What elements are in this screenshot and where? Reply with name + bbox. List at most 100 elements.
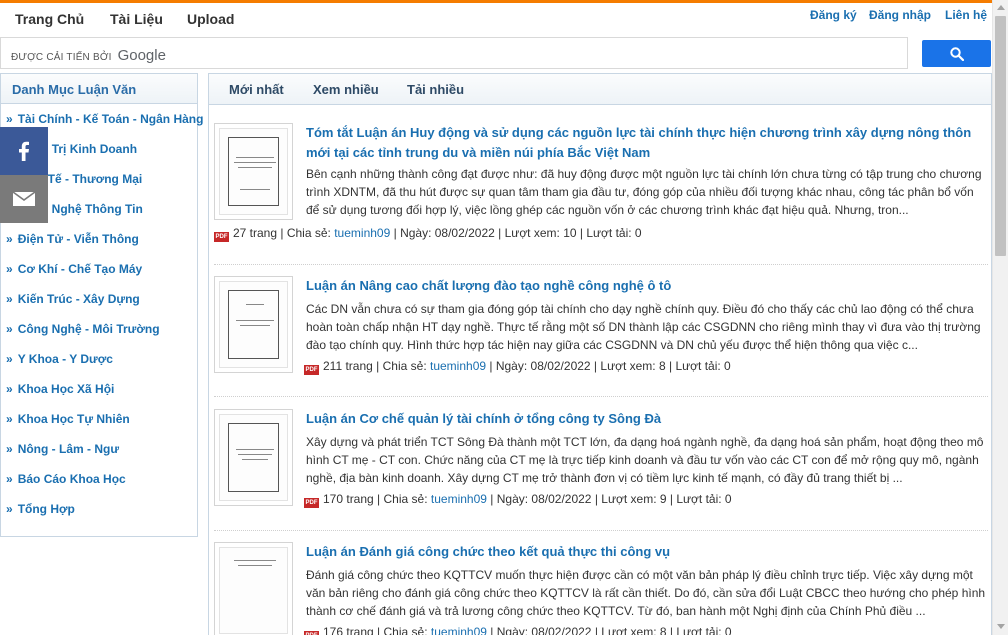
- document-thumbnail[interactable]: [214, 276, 293, 373]
- uploader-link[interactable]: tueminh09: [334, 226, 390, 240]
- upload-date: Ngày: 08/02/2022: [400, 226, 495, 240]
- register-link[interactable]: Đăng ký: [810, 8, 857, 22]
- sidebar-item[interactable]: » Tổng Hợp: [6, 502, 75, 516]
- sidebar-item[interactable]: » Cơ Khí - Chế Tạo Máy: [6, 262, 142, 276]
- sidebar-item[interactable]: » Điện Tử - Viễn Thông: [6, 232, 139, 246]
- thumbnail-page: [219, 128, 288, 215]
- scroll-down-arrow-icon[interactable]: [997, 624, 1005, 629]
- sidebar-item[interactable]: » Y Khoa - Y Dược: [6, 352, 113, 366]
- double-chevron-right-icon: »: [6, 412, 13, 426]
- double-chevron-right-icon: »: [6, 232, 13, 246]
- thumbnail-line: [242, 459, 268, 460]
- sidebar-item[interactable]: » Nông - Lâm - Ngư: [6, 442, 119, 456]
- download-count: Lượt tải: 0: [675, 359, 731, 373]
- sidebar-item-label: Điện Tử - Viễn Thông: [17, 232, 139, 246]
- pdf-icon: PDF: [214, 232, 229, 242]
- nav-upload-link[interactable]: Upload: [187, 11, 234, 27]
- view-count: Lượt xem: 8: [601, 625, 667, 635]
- double-chevron-right-icon: »: [6, 292, 13, 306]
- sidebar-item[interactable]: » Khoa Học Tự Nhiên: [6, 412, 130, 426]
- document-thumbnail[interactable]: [214, 542, 293, 635]
- document-title-link[interactable]: Tóm tắt Luận án Huy động và sử dụng các …: [306, 123, 990, 163]
- sidebar-item[interactable]: » Tài Chính - Kế Toán - Ngân Hàng: [6, 112, 203, 126]
- page-scrollbar[interactable]: [992, 0, 1008, 635]
- page-count: 170 trang: [323, 492, 374, 506]
- google-brand: Google: [117, 47, 166, 64]
- double-chevron-right-icon: »: [6, 322, 13, 336]
- thumbnail-frame: [228, 137, 279, 206]
- document-description: Xây dựng và phát triển TCT Sông Đà thành…: [306, 435, 984, 485]
- document-description: Đánh giá công chức theo KQTTCV muốn thực…: [306, 568, 986, 618]
- uploader-link[interactable]: tueminh09: [431, 625, 487, 635]
- email-share-button[interactable]: [0, 175, 48, 223]
- nav-docs-link[interactable]: Tài Liệu: [110, 11, 163, 27]
- item-divider: [214, 396, 988, 397]
- facebook-icon: [19, 141, 29, 161]
- thumbnail-line: [234, 560, 276, 561]
- sidebar-item-label: Tổng Hợp: [17, 502, 75, 516]
- search-button[interactable]: [922, 40, 991, 67]
- document-title-link[interactable]: Luận án Nâng cao chất lượng đào tạo nghề…: [306, 276, 990, 296]
- item-divider: [214, 530, 988, 531]
- double-chevron-right-icon: »: [6, 442, 13, 456]
- uploader-link[interactable]: tueminh09: [431, 492, 487, 506]
- document-thumbnail[interactable]: [214, 409, 293, 506]
- thumbnail-frame: [228, 423, 279, 492]
- sidebar-item-label: Tài Chính - Kế Toán - Ngân Hàng: [17, 112, 204, 126]
- thumbnail-line: [236, 157, 274, 158]
- document-thumbnail[interactable]: [214, 123, 293, 220]
- facebook-share-button[interactable]: [0, 127, 48, 175]
- thumbnail-page: [219, 547, 288, 634]
- sidebar-item[interactable]: » Công Nghệ - Môi Trường: [6, 322, 160, 336]
- document-list-panel: Mới nhất Xem nhiều Tải nhiều Tóm tắt Luậ…: [208, 73, 992, 635]
- download-count: Lượt tải: 0: [676, 625, 732, 635]
- search-input[interactable]: ĐƯỢC CẢI TIẾN BỞI Google: [0, 37, 908, 69]
- envelope-icon: [12, 191, 36, 206]
- thumbnail-line: [236, 449, 274, 450]
- scrollbar-thumb[interactable]: [995, 16, 1006, 256]
- login-link[interactable]: Đăng nhập: [869, 8, 931, 22]
- sort-tabs: Mới nhất Xem nhiều Tải nhiều: [209, 74, 991, 105]
- view-count: Lượt xem: 10: [504, 226, 577, 240]
- nav-home-link[interactable]: Trang Chủ: [15, 11, 84, 27]
- powered-by-label: ĐƯỢC CẢI TIẾN BỞI: [11, 52, 112, 63]
- sidebar-item[interactable]: » Khoa Học Xã Hội: [6, 382, 114, 396]
- view-count: Lượt xem: 9: [601, 492, 667, 506]
- tab-newest[interactable]: Mới nhất: [229, 82, 284, 97]
- pdf-icon: PDF: [304, 365, 319, 375]
- sidebar-item-label: Nông - Lâm - Ngư: [17, 442, 120, 456]
- thumbnail-line: [234, 162, 276, 163]
- upload-date: Ngày: 08/02/2022: [496, 625, 592, 635]
- page-count: 176 trang: [323, 625, 374, 635]
- document-description: Các DN vẫn chưa có sự tham gia đóng góp …: [306, 302, 981, 352]
- sidebar-item-label: Y Khoa - Y Dược: [17, 352, 113, 366]
- document-meta: PDF 170 trang | Chia sẻ: tueminh09 | Ngày…: [304, 492, 732, 508]
- thumbnail-line: [236, 320, 274, 321]
- thumbnail-page: [219, 281, 288, 368]
- thumbnail-line: [240, 189, 270, 190]
- scroll-up-arrow-icon[interactable]: [997, 5, 1005, 10]
- double-chevron-right-icon: »: [6, 262, 13, 276]
- sidebar-item-label: Cơ Khí - Chế Tạo Máy: [17, 262, 143, 276]
- document-description: Bên cạnh những thành công đạt được như: …: [306, 167, 982, 217]
- double-chevron-right-icon: »: [6, 502, 13, 516]
- tab-most-viewed[interactable]: Xem nhiều: [313, 82, 379, 97]
- download-count: Lượt tải: 0: [586, 226, 642, 240]
- uploader-link[interactable]: tueminh09: [430, 359, 486, 373]
- sidebar-item-label: Công Nghệ - Môi Trường: [17, 322, 160, 336]
- download-count: Lượt tải: 0: [676, 492, 732, 506]
- sidebar-item[interactable]: » Kiến Trúc - Xây Dựng: [6, 292, 140, 306]
- sidebar-title: Danh Mục Luận Văn: [1, 74, 197, 104]
- tab-most-downloaded[interactable]: Tải nhiều: [407, 82, 464, 97]
- top-bar: Trang Chủ Tài Liệu Upload Đăng ký Đăng n…: [0, 0, 992, 36]
- document-meta: PDF 211 trang | Chia sẻ: tueminh09 | Ngày…: [304, 359, 731, 375]
- pdf-icon: PDF: [304, 498, 319, 508]
- sidebar-item-label: Khoa Học Xã Hội: [17, 382, 115, 396]
- double-chevron-right-icon: »: [6, 112, 13, 126]
- contact-link[interactable]: Liên hệ: [945, 8, 987, 22]
- thumbnail-page: [219, 414, 288, 501]
- document-title-link[interactable]: Luận án Cơ chế quản lý tài chính ở tổng …: [306, 409, 990, 429]
- sidebar-item[interactable]: » Báo Cáo Khoa Học: [6, 472, 126, 486]
- thumbnail-line: [240, 325, 270, 326]
- document-title-link[interactable]: Luận án Đánh giá công chức theo kết quả …: [306, 542, 990, 562]
